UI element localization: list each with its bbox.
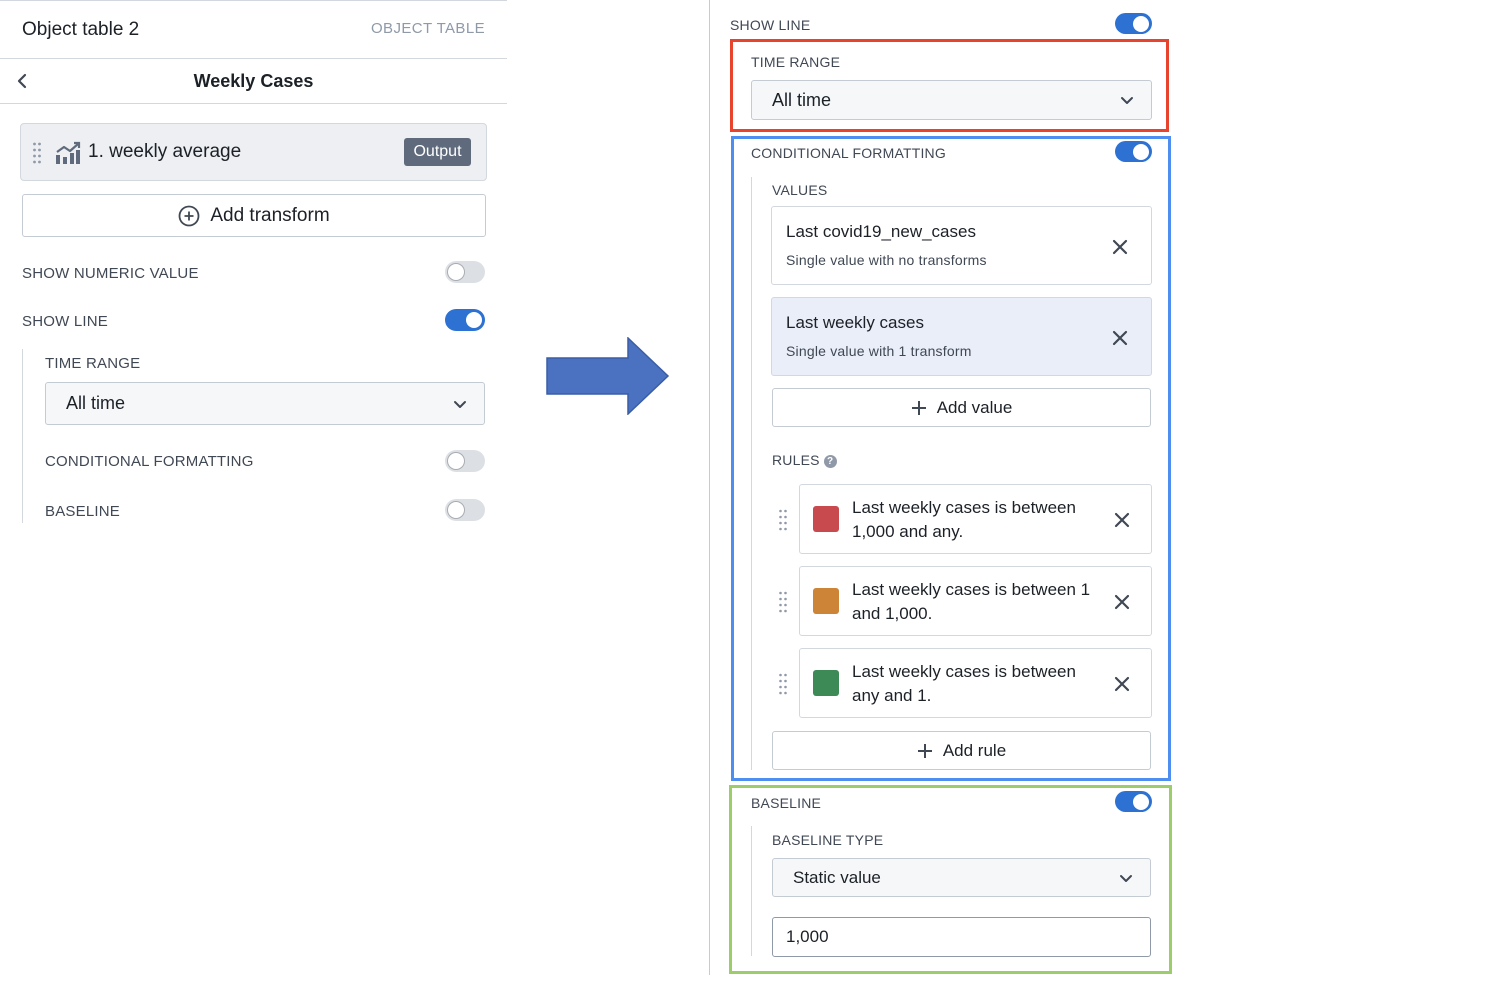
panel-left-border — [709, 0, 710, 975]
value-title: Last covid19_new_cases — [786, 222, 976, 241]
time-range-label: TIME RANGE — [45, 355, 141, 372]
time-range-label-right: TIME RANGE — [751, 54, 841, 70]
time-range-select[interactable]: All time — [45, 382, 485, 425]
drag-handle-icon[interactable] — [778, 673, 788, 695]
value-card-selected[interactable]: Last weekly cases Single value with 1 tr… — [771, 297, 1152, 376]
chevron-down-icon — [1120, 874, 1132, 882]
rule-card[interactable]: Last weekly cases is between any and 1. — [799, 648, 1152, 718]
output-badge: Output — [404, 138, 471, 166]
baseline-label-right: BASELINE — [751, 795, 822, 811]
show-numeric-value-toggle[interactable] — [445, 261, 485, 283]
baseline-indent-line — [751, 826, 752, 956]
show-line-toggle[interactable] — [445, 309, 485, 331]
add-value-label: Add value — [936, 397, 1013, 417]
nested-indent-line — [22, 349, 23, 523]
time-range-value-right: All time — [772, 89, 832, 110]
time-range-select-right[interactable]: All time — [751, 80, 1152, 120]
transform-label: 1. weekly average — [88, 141, 242, 162]
baseline-value: 1,000 — [786, 927, 829, 946]
rule-text: Last weekly cases is between 1,000 and a… — [852, 498, 1076, 541]
value-card[interactable]: Last covid19_new_cases Single value with… — [771, 206, 1152, 285]
baseline-label: BASELINE — [45, 503, 120, 520]
show-line-label-right: SHOW LINE — [730, 17, 811, 33]
cf-indent-line — [751, 177, 752, 770]
show-line-toggle-right[interactable] — [1115, 13, 1152, 34]
close-icon[interactable] — [1112, 330, 1128, 346]
rule-color-swatch[interactable] — [813, 506, 839, 532]
drag-handle-icon[interactable] — [32, 142, 42, 164]
baseline-type-select[interactable]: Static value — [772, 858, 1151, 897]
drag-handle-icon[interactable] — [778, 591, 788, 613]
baseline-type-label: BASELINE TYPE — [772, 832, 884, 848]
object-type-label: OBJECT TABLE — [370, 20, 485, 37]
rule-card[interactable]: Last weekly cases is between 1 and 1,000… — [799, 566, 1152, 636]
chevron-down-icon — [454, 400, 466, 408]
right-arrow-icon — [546, 337, 670, 415]
baseline-toggle[interactable] — [445, 499, 485, 521]
add-rule-label: Add rule — [942, 740, 1007, 760]
rules-label: RULES — [772, 452, 820, 468]
help-icon[interactable]: ? — [823, 455, 837, 468]
object-title: Object table 2 — [22, 19, 140, 40]
rule-card[interactable]: Last weekly cases is between 1,000 and a… — [799, 484, 1152, 554]
show-numeric-value-label: SHOW NUMERIC VALUE — [22, 265, 199, 282]
drag-handle-icon[interactable] — [778, 509, 788, 531]
top-divider — [0, 0, 507, 1]
value-title: Last weekly cases — [786, 313, 924, 332]
baseline-value-input[interactable]: 1,000 — [772, 917, 1151, 957]
add-transform-button[interactable]: Add transform — [22, 194, 486, 237]
plus-icon — [911, 400, 926, 415]
title-divider — [0, 103, 507, 104]
value-subtitle: Single value with no transforms — [786, 252, 987, 268]
values-label: VALUES — [772, 182, 828, 198]
time-range-value: All time — [66, 393, 126, 413]
show-line-label: SHOW LINE — [22, 313, 108, 330]
conditional-formatting-toggle-right[interactable] — [1115, 141, 1152, 162]
panel-title: Weekly Cases — [193, 71, 314, 91]
value-subtitle: Single value with 1 transform — [786, 343, 972, 359]
conditional-formatting-toggle[interactable] — [445, 450, 485, 472]
plus-icon — [917, 743, 932, 758]
header-divider — [0, 58, 507, 59]
close-icon[interactable] — [1114, 676, 1130, 692]
left-panel: Object table 2 OBJECT TABLE Weekly Cases… — [0, 0, 507, 984]
line-chart-icon — [56, 141, 81, 164]
rule-color-swatch[interactable] — [813, 670, 839, 696]
rule-text: Last weekly cases is between any and 1. — [852, 662, 1076, 705]
add-transform-label: Add transform — [210, 204, 330, 226]
rule-text: Last weekly cases is between 1 and 1,000… — [852, 580, 1091, 623]
conditional-formatting-label: CONDITIONAL FORMATTING — [45, 453, 254, 470]
chevron-down-icon — [1121, 97, 1133, 104]
add-value-button[interactable]: Add value — [772, 388, 1151, 427]
add-rule-button[interactable]: Add rule — [772, 731, 1151, 770]
rule-color-swatch[interactable] — [813, 588, 839, 614]
conditional-formatting-label-right: CONDITIONAL FORMATTING — [751, 145, 946, 161]
close-icon[interactable] — [1112, 239, 1128, 255]
add-circle-icon — [178, 205, 200, 226]
close-icon[interactable] — [1114, 594, 1130, 610]
baseline-type-value: Static value — [793, 867, 881, 887]
baseline-toggle-right[interactable] — [1115, 791, 1152, 812]
close-icon[interactable] — [1114, 512, 1130, 528]
rules-heading: RULES? — [772, 452, 837, 468]
